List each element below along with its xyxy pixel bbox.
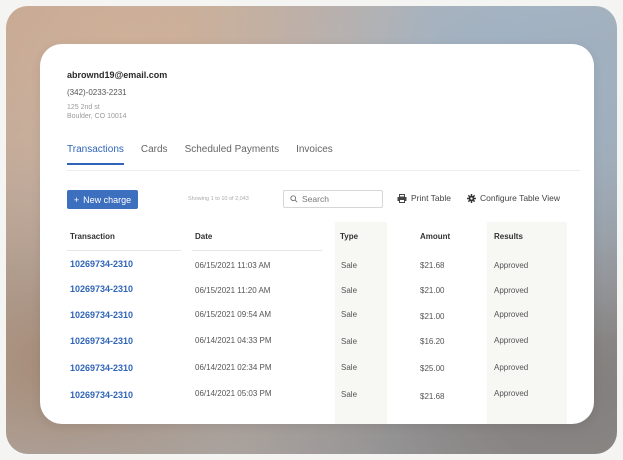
column-header-amount[interactable]: Amount [420, 232, 450, 241]
table-toolbar: + New charge Showing 1 to 10 of 2,043 Se… [67, 190, 584, 210]
table-row[interactable]: 10269734-2310 06/14/2021 05:03 PM Sale $… [67, 389, 587, 416]
transaction-id-link[interactable]: 10269734-2310 [70, 259, 133, 269]
amount-cell: $16.20 [420, 336, 445, 346]
transactions-table: Transaction Date Type Amount Results 102… [67, 222, 587, 415]
print-table-label: Print Table [411, 193, 452, 203]
amount-cell: $21.68 [420, 261, 445, 270]
customer-contact: abrownd19@email.com (342)-0233-2231 125 … [67, 70, 167, 120]
table-row[interactable]: 10269734-2310 06/15/2021 11:03 AM Sale $… [67, 256, 587, 283]
date-cell: 06/14/2021 05:03 PM [195, 388, 272, 398]
pagination-summary: Showing 1 to 10 of 2,043 [188, 196, 249, 202]
print-table-button[interactable]: Print Table [397, 193, 451, 203]
customer-address-line1: 125 2nd st [67, 104, 100, 111]
customer-panel: abrownd19@email.com (342)-0233-2231 125 … [40, 44, 594, 424]
configure-table-view-button[interactable]: Configure Table View [467, 193, 560, 203]
result-cell: Approved [494, 363, 529, 372]
transaction-id-link[interactable]: 10269734-2310 [70, 310, 133, 320]
tab-divider [67, 170, 580, 171]
column-header-transaction[interactable]: Transaction [70, 232, 115, 241]
date-cell: 06/15/2021 09:54 AM [195, 310, 272, 319]
search-icon [290, 195, 298, 203]
amount-cell: $25.00 [420, 364, 445, 373]
type-cell: Sale [341, 389, 358, 399]
result-cell: Approved [494, 285, 529, 295]
search-input[interactable]: Search [283, 190, 383, 208]
result-cell: Approved [494, 310, 529, 319]
customer-address-line2: Boulder, CO 10014 [67, 113, 127, 120]
type-cell: Sale [341, 336, 358, 346]
amount-cell: $21.00 [420, 312, 445, 321]
result-cell: Approved [494, 261, 529, 270]
type-cell: Sale [341, 310, 358, 319]
customer-phone: (342)-0233-2231 [67, 88, 127, 97]
type-cell: Sale [341, 285, 358, 295]
table-row[interactable]: 10269734-2310 06/15/2021 09:54 AM Sale $… [67, 309, 587, 336]
customer-email: abrownd19@email.com [67, 70, 168, 80]
table-row[interactable]: 10269734-2310 06/14/2021 02:34 PM Sale $… [67, 362, 587, 389]
new-charge-button[interactable]: + New charge [67, 190, 138, 209]
configure-table-view-label: Configure Table View [480, 193, 561, 203]
type-cell: Sale [341, 261, 358, 270]
column-header-type[interactable]: Type [340, 232, 358, 241]
new-charge-label: New charge [83, 194, 132, 205]
table-row[interactable]: 10269734-2310 06/14/2021 04:33 PM Sale $… [67, 336, 587, 363]
transaction-id-link[interactable]: 10269734-2310 [70, 390, 133, 400]
date-cell: 06/15/2021 11:20 AM [195, 285, 271, 295]
transaction-id-link[interactable]: 10269734-2310 [70, 336, 133, 346]
result-cell: Approved [494, 335, 529, 345]
tab-cards[interactable]: Cards [141, 144, 168, 165]
printer-icon [397, 193, 407, 203]
amount-cell: $21.68 [420, 391, 445, 401]
table-row[interactable]: 10269734-2310 06/15/2021 11:20 AM Sale $… [67, 283, 587, 310]
gear-icon [467, 193, 476, 203]
table-header: Transaction Date Type Amount Results [67, 222, 587, 256]
amount-cell: $21.00 [420, 285, 445, 295]
tab-bar: Transactions Cards Scheduled Payments In… [67, 144, 350, 165]
column-header-date[interactable]: Date [195, 232, 212, 241]
tab-scheduled-payments[interactable]: Scheduled Payments [185, 144, 280, 165]
plus-icon: + [73, 194, 80, 205]
type-cell: Sale [341, 363, 358, 372]
transaction-id-link[interactable]: 10269734-2310 [70, 363, 133, 373]
tab-invoices[interactable]: Invoices [296, 144, 333, 165]
search-placeholder: Search [302, 194, 329, 204]
result-cell: Approved [494, 388, 529, 398]
date-cell: 06/14/2021 04:33 PM [195, 335, 272, 345]
transaction-id-link[interactable]: 10269734-2310 [70, 284, 133, 294]
tab-transactions[interactable]: Transactions [67, 144, 124, 165]
date-cell: 06/15/2021 11:03 AM [195, 261, 271, 270]
date-cell: 06/14/2021 02:34 PM [195, 363, 272, 372]
column-header-results[interactable]: Results [494, 232, 523, 241]
